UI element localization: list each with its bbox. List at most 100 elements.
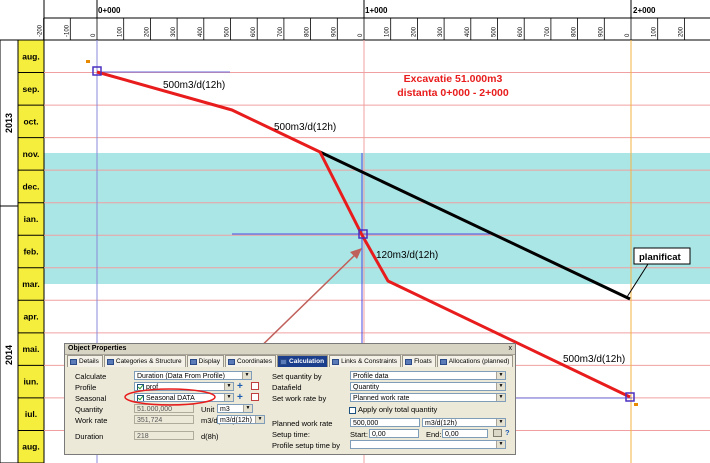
setup-help-icon[interactable]: ? [505, 428, 510, 437]
start-anchor-icon [86, 60, 90, 63]
ruler-tick-label: 600 [251, 26, 257, 37]
rate-label-3: 120m3/d(12h) [376, 250, 438, 261]
duration-field[interactable]: 218 [134, 431, 194, 440]
datafield-label: Datafield [272, 383, 302, 392]
ruler-tick-label: 600 [518, 26, 524, 37]
start-field[interactable]: 0,00 [369, 429, 419, 438]
end-field[interactable]: 0,00 [442, 429, 488, 438]
tab-calculation[interactable]: Calculation [277, 355, 329, 367]
calculate-select[interactable]: Duration (Data From Profile) ▼ [134, 371, 252, 380]
work-rate-unit-value: m3/d(12h) [220, 417, 252, 424]
unit-label: Unit [201, 405, 215, 414]
quantity-field[interactable]: 51.000,000 [134, 404, 194, 413]
chevron-down-icon: ▼ [496, 372, 505, 379]
links-icon [332, 358, 340, 365]
set-work-rate-select[interactable]: Planned work rate ▼ [350, 393, 506, 402]
set-quantity-value: Profile data [353, 373, 389, 380]
rate-label-4: 500m3/d(12h) [563, 354, 625, 365]
edit-profile-icon[interactable] [251, 382, 259, 390]
work-rate-label: Work rate [75, 416, 108, 425]
calculate-label: Calculate [75, 372, 107, 381]
month-label: ian. [24, 214, 39, 224]
tab-categories[interactable]: Categories & Structure [103, 355, 186, 367]
calculation-icon [280, 358, 288, 365]
allocations-icon [439, 358, 447, 365]
rate-label-2: 500m3/d(12h) [274, 122, 336, 133]
quantity-value: 51.000,000 [137, 406, 173, 413]
month-label: iun. [23, 377, 38, 387]
month-label: aug. [22, 442, 39, 452]
tab-details[interactable]: Details [67, 355, 103, 367]
datafield-select[interactable]: Quantity ▼ [350, 382, 506, 391]
month-label: sep. [22, 84, 39, 94]
profile-select[interactable]: prof ▼ [134, 382, 234, 391]
details-icon [70, 358, 77, 365]
profile-setup-select[interactable]: ▼ [350, 440, 506, 449]
year-label-2013: 2013 [4, 113, 14, 133]
planned-callout-text: planificat [639, 252, 682, 263]
profile-checkbox[interactable] [137, 383, 144, 390]
ruler-tick-label: 300 [171, 26, 177, 37]
chevron-down-icon: ▼ [496, 383, 505, 390]
chevron-down-icon: ▼ [224, 383, 233, 390]
add-seasonal-icon[interactable]: + [237, 393, 243, 403]
start-value: 0,00 [372, 431, 386, 438]
planned-work-rate-label: Planned work rate [272, 419, 333, 428]
tab-allocations[interactable]: Allocations (planned) [436, 355, 514, 367]
month-label: iul. [25, 409, 37, 419]
tab-floats[interactable]: Floats [402, 355, 436, 367]
work-rate-unit-select[interactable]: m3/d(12h) ▼ [217, 415, 265, 424]
unit-value: m3 [220, 406, 230, 413]
edit-seasonal-icon[interactable] [251, 393, 259, 401]
add-profile-icon[interactable]: + [237, 382, 243, 392]
tab-label: Details [79, 358, 99, 365]
planned-work-rate-field[interactable]: 500,000 [350, 418, 420, 427]
ruler-tick-label: 700 [278, 26, 284, 37]
ruler-tick-label: -200 [38, 24, 44, 37]
profile-value: prof [146, 384, 159, 391]
tab-label: Calculation [289, 358, 325, 365]
setup-time-button[interactable] [493, 429, 502, 437]
close-icon[interactable]: x [509, 344, 513, 354]
set-work-rate-label: Set work rate by [272, 394, 327, 403]
chevron-down-icon: ▼ [496, 441, 505, 448]
chevron-down-icon: ▼ [255, 416, 264, 423]
tab-coordinates[interactable]: Coordinates [224, 355, 277, 367]
year-label-2014: 2014 [4, 345, 14, 365]
month-label: mai. [22, 344, 39, 354]
planned-work-rate-value: 500,000 [353, 420, 379, 427]
tab-links[interactable]: Links & Constraints [329, 355, 402, 367]
unit-select[interactable]: m3 ▼ [217, 404, 253, 413]
seasonal-label: Seasonal [75, 394, 107, 403]
apply-total-option[interactable]: Apply only total quantity [349, 405, 437, 414]
chainage-label-1: 1+000 [365, 6, 388, 15]
ruler-tick-label: -100 [64, 24, 70, 37]
ruler-tick-label: 900 [598, 26, 604, 37]
panel-title: Object Properties x [65, 344, 515, 355]
ruler-tick-label: 500 [225, 26, 231, 37]
planned-work-rate-unit-select[interactable]: m3/d(12h) ▼ [422, 418, 506, 427]
work-rate-field[interactable]: 351,724 [134, 415, 194, 424]
display-icon [189, 358, 197, 365]
month-label: aug. [22, 51, 39, 61]
apply-total-checkbox[interactable] [349, 406, 356, 414]
duration-unit-label: d(8h) [201, 432, 219, 441]
ruler-tick-label: 200 [678, 26, 684, 37]
month-label: dec. [22, 181, 39, 191]
profile-setup-label: Profile setup time by [272, 441, 340, 450]
month-label: oct. [23, 116, 38, 126]
distance-subtitle: distanta 0+000 - 2+000 [397, 87, 509, 99]
tab-display[interactable]: Display [186, 355, 224, 367]
panel-tabs: Details Categories & Structure Display C… [67, 355, 514, 367]
ruler-tick-label: 100 [652, 26, 658, 37]
excavation-title: Excavatie 51.000m3 [404, 73, 503, 85]
seasonal-checkbox[interactable] [137, 394, 144, 401]
seasonal-select[interactable]: Seasonal DATA ▼ [134, 393, 234, 402]
month-label: nov. [23, 149, 40, 159]
tab-label: Floats [414, 358, 432, 365]
start-label: Start: [350, 430, 368, 439]
ruler-tick-label: 700 [545, 26, 551, 37]
set-quantity-select[interactable]: Profile data ▼ [350, 371, 506, 380]
tab-label: Display [198, 358, 220, 365]
coordinates-icon [227, 358, 235, 365]
